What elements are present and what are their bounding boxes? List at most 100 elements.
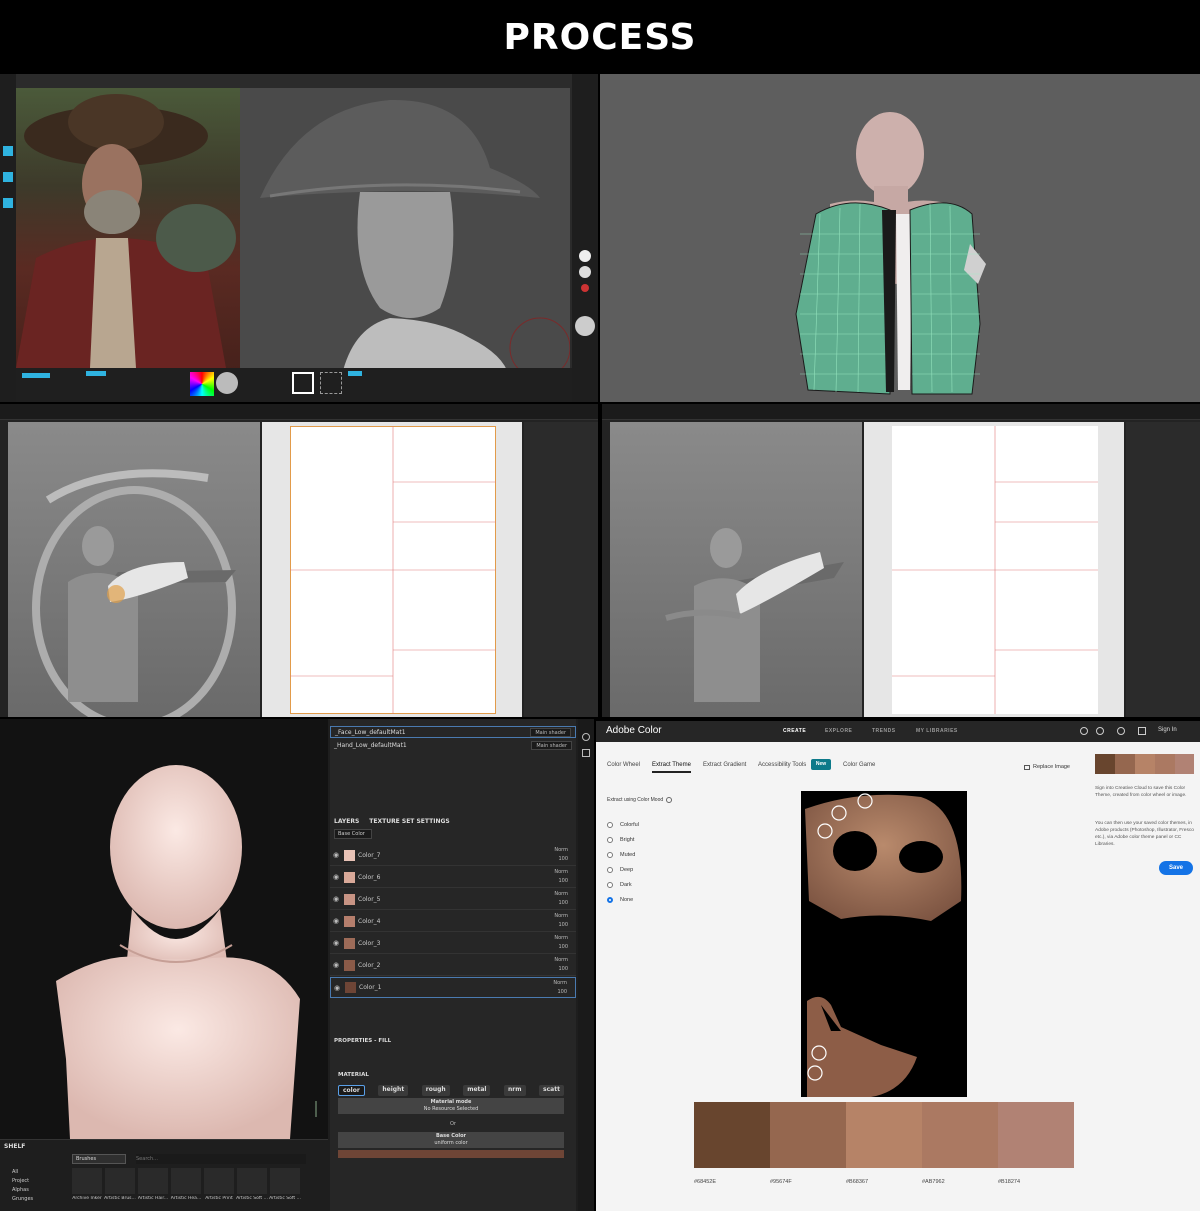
layer-row[interactable]: ◉ Color_4 Norm 100 — [330, 911, 576, 932]
texture-set-row[interactable]: _Face_Low_defaultMat1 Main shader — [330, 726, 576, 738]
layer-row[interactable]: ◉ Color_5 Norm 100 — [330, 889, 576, 910]
brush-thumb[interactable] — [270, 1168, 300, 1194]
chip-color[interactable]: color — [338, 1085, 365, 1096]
radio-icon[interactable] — [607, 837, 613, 843]
settings-icon[interactable] — [582, 733, 590, 741]
layer-blend[interactable]: Norm — [553, 980, 567, 986]
uploaded-texture-image[interactable] — [801, 791, 967, 1097]
layer-tabs[interactable]: LAYERS TEXTURE SET SETTINGS — [330, 815, 576, 827]
sculpt-viewport[interactable] — [240, 88, 571, 384]
hex-label[interactable]: #68452E — [694, 1179, 716, 1185]
chip-metal[interactable]: metal — [463, 1085, 491, 1096]
mood-option[interactable]: Dark — [607, 882, 632, 888]
zbrush-left-toolbar[interactable] — [0, 74, 16, 402]
base-color-swatch[interactable] — [338, 1150, 564, 1158]
hex-label[interactable]: #AB7962 — [922, 1179, 945, 1185]
info-icon[interactable] — [666, 797, 672, 803]
radio-icon[interactable] — [607, 852, 613, 858]
brush-thumb[interactable] — [237, 1168, 267, 1194]
tab-color-game[interactable]: Color Game — [843, 762, 875, 768]
eye-icon[interactable]: ◉ — [330, 939, 342, 947]
hex-label[interactable]: #95674F — [770, 1179, 792, 1185]
base-color-box[interactable]: Base Color uniform color — [338, 1132, 564, 1148]
zbrush-bottom-shelf[interactable] — [16, 368, 572, 402]
palette-swatch[interactable] — [770, 1102, 846, 1168]
shelf-category-alphas[interactable]: Alphas — [12, 1186, 33, 1195]
zbrush-right-toolbar[interactable] — [572, 74, 598, 402]
brush-thumb[interactable] — [138, 1168, 168, 1194]
palette-swatch[interactable] — [922, 1102, 998, 1168]
chip-height[interactable]: height — [378, 1085, 409, 1096]
layer-row[interactable]: ◉ Color_3 Norm 100 — [330, 933, 576, 954]
palette-swatch[interactable] — [694, 1102, 770, 1168]
star-icon[interactable] — [1080, 727, 1088, 735]
mood-option[interactable]: Bright — [607, 837, 634, 843]
nav-my-libraries[interactable]: MY LIBRARIES — [916, 728, 958, 734]
uv-properties-b[interactable] — [1126, 422, 1200, 717]
radio-icon[interactable] — [607, 897, 613, 903]
apps-icon[interactable] — [1138, 727, 1146, 735]
uv-2d-editor-a[interactable] — [262, 422, 522, 717]
eye-icon[interactable]: ◉ — [330, 895, 342, 903]
palette-swatch[interactable] — [846, 1102, 922, 1168]
layers-icon[interactable] — [582, 749, 590, 757]
chip-scatt[interactable]: scatt — [539, 1085, 564, 1096]
layer-blend[interactable]: Norm — [554, 869, 568, 875]
layer-row[interactable]: ◉ Color_1 Norm 100 — [330, 977, 576, 998]
uv-menubar-a[interactable] — [0, 404, 598, 420]
layer-row[interactable]: ◉ Color_2 Norm 100 — [330, 955, 576, 976]
hex-label[interactable]: #B18274 — [998, 1179, 1020, 1185]
chip-nrm[interactable]: nrm — [504, 1085, 526, 1096]
shader-select[interactable]: Main shader — [531, 740, 572, 750]
palette-swatch[interactable] — [998, 1102, 1074, 1168]
material-mode-box[interactable]: Material mode No Resource Selected — [338, 1098, 564, 1114]
brush-thumb[interactable] — [72, 1168, 102, 1194]
nav-explore[interactable]: EXPLORE — [825, 728, 852, 734]
eye-icon[interactable]: ◉ — [330, 917, 342, 925]
tab-extract-gradient[interactable]: Extract Gradient — [703, 762, 746, 768]
uv-3d-viewport-a[interactable] — [8, 422, 260, 717]
uv-3d-viewport-b[interactable] — [610, 422, 862, 717]
layer-row[interactable]: ◉ Color_6 Norm 100 — [330, 867, 576, 888]
replace-image-button[interactable]: Replace Image — [1024, 764, 1070, 770]
theme-icon[interactable] — [1096, 727, 1104, 735]
mood-option[interactable]: Colorful — [607, 822, 639, 828]
sign-in-link[interactable]: Sign In — [1158, 727, 1177, 733]
layer-blend[interactable]: Norm — [554, 957, 568, 963]
maya-retopo-panel[interactable] — [600, 74, 1200, 402]
tab-texture-set-settings[interactable]: TEXTURE SET SETTINGS — [369, 818, 449, 825]
layer-blend[interactable]: Norm — [554, 847, 568, 853]
shader-select[interactable]: Main shader — [530, 727, 571, 737]
radio-icon[interactable] — [607, 822, 613, 828]
layer-opacity[interactable]: 100 — [558, 878, 568, 884]
eye-icon[interactable]: ◉ — [331, 984, 343, 992]
eye-icon[interactable]: ◉ — [330, 873, 342, 881]
eye-icon[interactable]: ◉ — [330, 961, 342, 969]
texture-set-row[interactable]: _Hand_Low_defaultMat1 Main shader — [330, 739, 576, 751]
tab-accessibility-tools[interactable]: Accessibility Tools — [758, 762, 806, 768]
channel-chips[interactable]: color height rough metal nrm scatt — [338, 1085, 564, 1096]
adobe-brand[interactable]: Adobe Color — [606, 725, 662, 736]
layer-opacity[interactable]: 100 — [558, 944, 568, 950]
shelf-category-all[interactable]: All — [12, 1168, 33, 1177]
layer-opacity[interactable]: 100 — [558, 900, 568, 906]
chip-rough[interactable]: rough — [421, 1085, 450, 1096]
nav-create[interactable]: CREATE — [783, 728, 806, 734]
layer-opacity[interactable]: 100 — [558, 966, 568, 972]
mood-option[interactable]: Deep — [607, 867, 633, 873]
radio-icon[interactable] — [607, 882, 613, 888]
brush-thumb[interactable] — [171, 1168, 201, 1194]
shelf-categories[interactable]: All Project Alphas Grunges — [12, 1168, 33, 1204]
layer-blend[interactable]: Norm — [554, 913, 568, 919]
uv-properties-a[interactable] — [524, 422, 598, 717]
nav-trends[interactable]: TRENDS — [872, 728, 896, 734]
uv-menubar-b[interactable] — [602, 404, 1200, 420]
mood-option[interactable]: None — [607, 897, 633, 903]
substance-icon-bar[interactable] — [578, 719, 594, 1211]
layer-opacity[interactable]: 100 — [557, 989, 567, 995]
hex-label[interactable]: #B68367 — [846, 1179, 868, 1185]
uv-2d-editor-b[interactable] — [864, 422, 1124, 717]
radio-icon[interactable] — [607, 867, 613, 873]
brush-thumb[interactable] — [105, 1168, 135, 1194]
help-icon[interactable] — [1117, 727, 1125, 735]
